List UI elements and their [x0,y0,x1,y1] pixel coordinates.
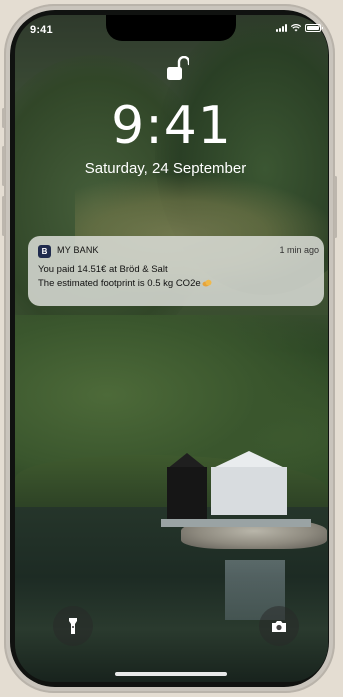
status-bar-time: 9:41 [30,24,53,36]
bank-app-icon: B [38,245,51,258]
wifi-icon [291,24,301,32]
notch [106,15,236,41]
cellular-signal-icon [276,24,287,32]
notification-footprint-text: The estimated footprint is 0.5 kg CO2e [38,278,201,289]
lock-screen-date: Saturday, 24 September [84,160,247,177]
notification-footprint-line: The estimated footprint is 0.5 kg CO2e [38,278,212,289]
notification-app-name: MY BANK [57,245,99,255]
status-bar-icons [276,24,323,32]
black-cabin [167,467,207,525]
lock-screen-clock: 9:41 [111,96,232,156]
battery-icon [305,24,323,32]
camera-button[interactable] [259,606,299,646]
power-button [334,176,337,238]
bank-notification[interactable]: B MY BANK 1 min ago You paid 14.51€ at B… [28,236,324,306]
home-indicator[interactable] [115,672,227,676]
unlocked-padlock-icon [167,56,189,80]
notification-payment-text: You paid 14.51€ at Bröd & Salt [38,264,168,275]
notification-time: 1 min ago [279,245,319,255]
dock [161,519,311,527]
flashlight-icon [69,618,77,634]
cloud-emoji-icon [202,280,212,287]
camera-icon [272,620,286,632]
flashlight-button[interactable] [53,606,93,646]
volume-down-button [2,196,5,236]
white-cabin [211,467,287,515]
